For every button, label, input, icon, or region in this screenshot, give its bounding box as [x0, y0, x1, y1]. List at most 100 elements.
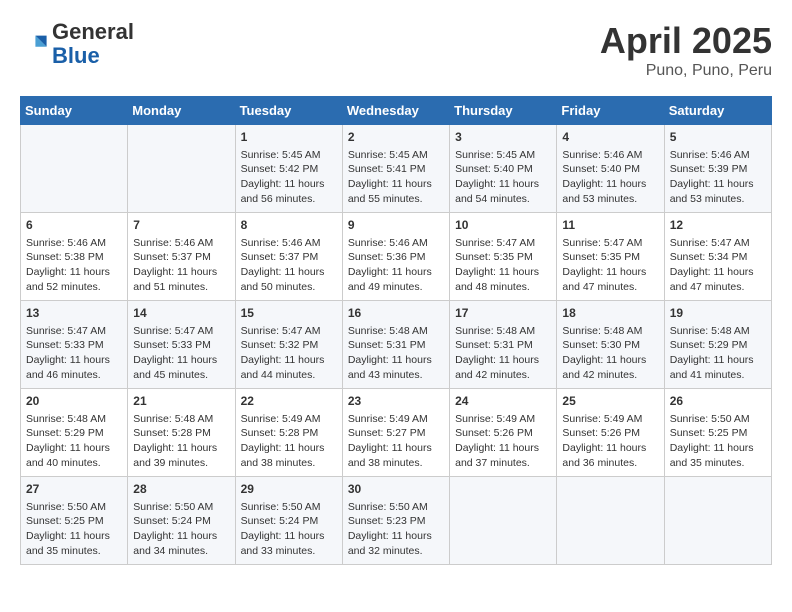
cell-info: Sunrise: 5:47 AM [670, 236, 766, 251]
cell-info: Sunset: 5:33 PM [26, 338, 122, 353]
cell-info: Sunset: 5:41 PM [348, 162, 444, 177]
calendar-cell: 15Sunrise: 5:47 AMSunset: 5:32 PMDayligh… [235, 301, 342, 389]
cell-info: Sunrise: 5:46 AM [348, 236, 444, 251]
calendar-cell [557, 477, 664, 565]
day-number: 11 [562, 217, 658, 234]
day-number: 25 [562, 393, 658, 410]
day-number: 10 [455, 217, 551, 234]
cell-info: Daylight: 11 hours and 49 minutes. [348, 265, 444, 294]
cell-info: Daylight: 11 hours and 56 minutes. [241, 177, 337, 206]
header-day-friday: Friday [557, 97, 664, 125]
cell-info: Sunrise: 5:50 AM [26, 500, 122, 515]
day-number: 27 [26, 481, 122, 498]
cell-info: Daylight: 11 hours and 34 minutes. [133, 529, 229, 558]
cell-info: Daylight: 11 hours and 54 minutes. [455, 177, 551, 206]
logo-text: General Blue [52, 20, 134, 68]
day-number: 5 [670, 129, 766, 146]
header-day-thursday: Thursday [450, 97, 557, 125]
cell-info: Sunrise: 5:48 AM [455, 324, 551, 339]
day-number: 28 [133, 481, 229, 498]
cell-info: Sunset: 5:37 PM [241, 250, 337, 265]
cell-info: Daylight: 11 hours and 38 minutes. [241, 441, 337, 470]
header-day-tuesday: Tuesday [235, 97, 342, 125]
cell-info: Daylight: 11 hours and 53 minutes. [562, 177, 658, 206]
cell-info: Sunset: 5:30 PM [562, 338, 658, 353]
logo-general: General [52, 20, 134, 44]
calendar-cell [128, 125, 235, 213]
calendar-cell: 30Sunrise: 5:50 AMSunset: 5:23 PMDayligh… [342, 477, 449, 565]
cell-info: Sunset: 5:29 PM [670, 338, 766, 353]
day-number: 24 [455, 393, 551, 410]
cell-info: Sunrise: 5:50 AM [241, 500, 337, 515]
day-number: 19 [670, 305, 766, 322]
cell-info: Daylight: 11 hours and 46 minutes. [26, 353, 122, 382]
calendar-week-3: 13Sunrise: 5:47 AMSunset: 5:33 PMDayligh… [21, 301, 772, 389]
cell-info: Sunrise: 5:47 AM [455, 236, 551, 251]
day-number: 1 [241, 129, 337, 146]
day-number: 16 [348, 305, 444, 322]
cell-info: Sunset: 5:35 PM [455, 250, 551, 265]
calendar-week-5: 27Sunrise: 5:50 AMSunset: 5:25 PMDayligh… [21, 477, 772, 565]
cell-info: Daylight: 11 hours and 43 minutes. [348, 353, 444, 382]
cell-info: Sunset: 5:32 PM [241, 338, 337, 353]
cell-info: Daylight: 11 hours and 47 minutes. [562, 265, 658, 294]
day-number: 6 [26, 217, 122, 234]
day-number: 7 [133, 217, 229, 234]
calendar-cell: 22Sunrise: 5:49 AMSunset: 5:28 PMDayligh… [235, 389, 342, 477]
calendar-cell: 20Sunrise: 5:48 AMSunset: 5:29 PMDayligh… [21, 389, 128, 477]
day-number: 17 [455, 305, 551, 322]
calendar-cell: 29Sunrise: 5:50 AMSunset: 5:24 PMDayligh… [235, 477, 342, 565]
cell-info: Daylight: 11 hours and 41 minutes. [670, 353, 766, 382]
header-day-sunday: Sunday [21, 97, 128, 125]
cell-info: Sunrise: 5:49 AM [241, 412, 337, 427]
cell-info: Sunset: 5:38 PM [26, 250, 122, 265]
cell-info: Sunset: 5:31 PM [348, 338, 444, 353]
calendar-cell: 7Sunrise: 5:46 AMSunset: 5:37 PMDaylight… [128, 213, 235, 301]
logo-blue: Blue [52, 44, 134, 68]
cell-info: Sunrise: 5:46 AM [241, 236, 337, 251]
cell-info: Sunset: 5:28 PM [133, 426, 229, 441]
cell-info: Sunrise: 5:48 AM [133, 412, 229, 427]
header-day-saturday: Saturday [664, 97, 771, 125]
calendar-cell: 19Sunrise: 5:48 AMSunset: 5:29 PMDayligh… [664, 301, 771, 389]
day-number: 18 [562, 305, 658, 322]
header-day-wednesday: Wednesday [342, 97, 449, 125]
day-number: 29 [241, 481, 337, 498]
day-number: 26 [670, 393, 766, 410]
cell-info: Sunrise: 5:46 AM [133, 236, 229, 251]
calendar-cell: 6Sunrise: 5:46 AMSunset: 5:38 PMDaylight… [21, 213, 128, 301]
day-number: 12 [670, 217, 766, 234]
cell-info: Daylight: 11 hours and 52 minutes. [26, 265, 122, 294]
cell-info: Daylight: 11 hours and 35 minutes. [26, 529, 122, 558]
header-row: SundayMondayTuesdayWednesdayThursdayFrid… [21, 97, 772, 125]
calendar-cell: 9Sunrise: 5:46 AMSunset: 5:36 PMDaylight… [342, 213, 449, 301]
header-day-monday: Monday [128, 97, 235, 125]
cell-info: Daylight: 11 hours and 51 minutes. [133, 265, 229, 294]
logo-icon [20, 30, 48, 58]
cell-info: Daylight: 11 hours and 37 minutes. [455, 441, 551, 470]
cell-info: Daylight: 11 hours and 32 minutes. [348, 529, 444, 558]
cell-info: Daylight: 11 hours and 42 minutes. [562, 353, 658, 382]
cell-info: Sunrise: 5:47 AM [26, 324, 122, 339]
day-number: 30 [348, 481, 444, 498]
calendar-week-1: 1Sunrise: 5:45 AMSunset: 5:42 PMDaylight… [21, 125, 772, 213]
cell-info: Daylight: 11 hours and 48 minutes. [455, 265, 551, 294]
cell-info: Sunset: 5:29 PM [26, 426, 122, 441]
calendar-cell: 24Sunrise: 5:49 AMSunset: 5:26 PMDayligh… [450, 389, 557, 477]
calendar-cell: 27Sunrise: 5:50 AMSunset: 5:25 PMDayligh… [21, 477, 128, 565]
day-number: 21 [133, 393, 229, 410]
cell-info: Daylight: 11 hours and 35 minutes. [670, 441, 766, 470]
cell-info: Sunset: 5:31 PM [455, 338, 551, 353]
cell-info: Daylight: 11 hours and 33 minutes. [241, 529, 337, 558]
cell-info: Sunrise: 5:48 AM [26, 412, 122, 427]
cell-info: Sunrise: 5:47 AM [562, 236, 658, 251]
cell-info: Sunrise: 5:45 AM [348, 148, 444, 163]
day-number: 4 [562, 129, 658, 146]
day-number: 3 [455, 129, 551, 146]
calendar-cell: 11Sunrise: 5:47 AMSunset: 5:35 PMDayligh… [557, 213, 664, 301]
calendar-cell: 5Sunrise: 5:46 AMSunset: 5:39 PMDaylight… [664, 125, 771, 213]
calendar-cell: 1Sunrise: 5:45 AMSunset: 5:42 PMDaylight… [235, 125, 342, 213]
cell-info: Sunset: 5:39 PM [670, 162, 766, 177]
calendar-table: SundayMondayTuesdayWednesdayThursdayFrid… [20, 96, 772, 565]
calendar-cell: 18Sunrise: 5:48 AMSunset: 5:30 PMDayligh… [557, 301, 664, 389]
